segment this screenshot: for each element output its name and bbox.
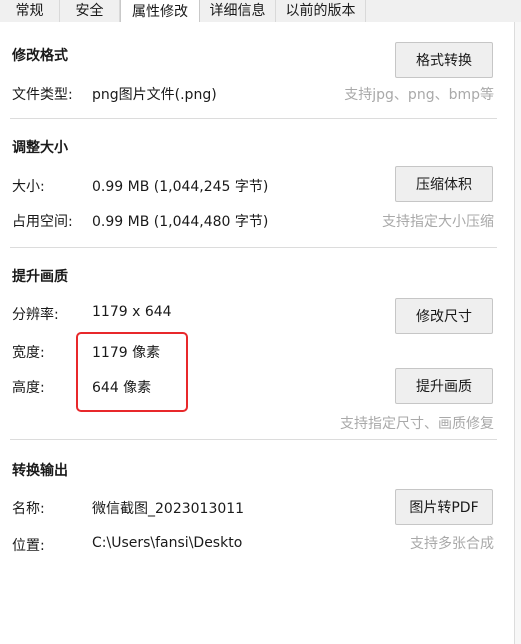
name-value: 微信截图_2023013011	[92, 501, 245, 517]
tab-previous-versions[interactable]: 以前的版本	[276, 0, 366, 22]
divider	[10, 439, 497, 440]
tab-bar: 常规 安全 属性修改 详细信息 以前的版本	[0, 0, 521, 23]
section-title-convert: 转换输出	[12, 463, 68, 479]
tab-property-edit[interactable]: 属性修改	[120, 0, 200, 23]
resize-button[interactable]: 修改尺寸	[395, 298, 493, 334]
tab-details[interactable]: 详细信息	[200, 0, 276, 22]
height-label: 高度:	[12, 380, 45, 396]
size-value: 0.99 MB (1,044,245 字节)	[92, 179, 269, 195]
section-title-format: 修改格式	[12, 48, 68, 64]
section-title-quality: 提升画质	[12, 269, 68, 285]
image-to-pdf-button[interactable]: 图片转PDF	[395, 489, 493, 525]
resolution-label: 分辨率:	[12, 307, 59, 323]
disk-usage-label: 占用空间:	[12, 214, 73, 230]
divider	[10, 247, 497, 248]
tab-security[interactable]: 安全	[60, 0, 120, 22]
window-edge	[515, 22, 521, 644]
divider	[10, 118, 497, 119]
quality-hint: 支持指定尺寸、画质修复	[340, 416, 494, 432]
size-label: 大小:	[12, 179, 45, 195]
location-label: 位置:	[12, 538, 45, 554]
enhance-quality-button[interactable]: 提升画质	[395, 368, 493, 404]
compress-hint: 支持指定大小压缩	[382, 214, 494, 230]
tab-general[interactable]: 常规	[0, 0, 60, 22]
format-hint: 支持jpg、png、bmp等	[344, 87, 494, 103]
file-type-label: 文件类型:	[12, 87, 73, 103]
highlight-box	[76, 332, 188, 412]
file-type-value: png图片文件(.png)	[92, 87, 217, 103]
disk-usage-value: 0.99 MB (1,044,480 字节)	[92, 214, 269, 230]
name-label: 名称:	[12, 501, 45, 517]
section-title-size: 调整大小	[12, 140, 68, 156]
resolution-value: 1179 x 644	[92, 304, 172, 320]
format-convert-button[interactable]: 格式转换	[395, 42, 493, 78]
compress-button[interactable]: 压缩体积	[395, 166, 493, 202]
convert-hint: 支持多张合成	[410, 536, 494, 552]
location-value: C:\Users\fansi\Deskto	[92, 535, 243, 551]
width-label: 宽度:	[12, 345, 45, 361]
